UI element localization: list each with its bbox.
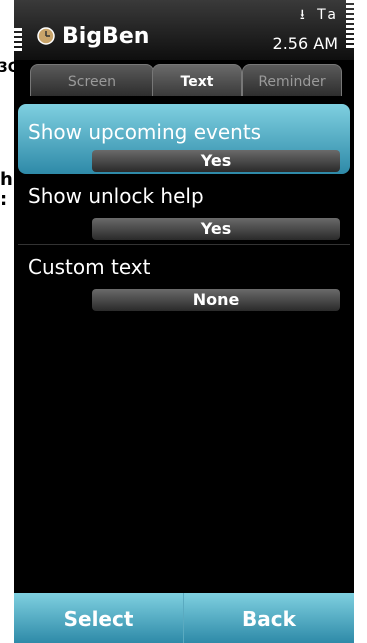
setting-label: Custom text (28, 255, 151, 279)
signal-strength-icon (14, 28, 22, 54)
tab-screen[interactable]: Screen (30, 64, 154, 96)
adjacent-content-glimpse: h : (0, 170, 14, 230)
tab-bar: Screen Text Reminder (14, 60, 354, 98)
setting-label: Show upcoming events (28, 120, 262, 144)
clock: 2.56 AM (272, 34, 338, 53)
back-button[interactable]: Back (184, 593, 354, 643)
setting-value-selector[interactable]: None (92, 289, 340, 311)
setting-show-unlock-help[interactable]: Show unlock help Yes (14, 174, 354, 244)
app-clock-icon (37, 27, 55, 45)
setting-show-upcoming-events[interactable]: Show upcoming events Yes (18, 104, 350, 174)
right-edge-glimpse (354, 60, 367, 100)
phone-screen: BigBen ⭳ Ta 2.56 AM Screen Text Reminder… (14, 0, 354, 643)
title-bar: BigBen ⭳ Ta 2.56 AM (14, 0, 354, 62)
setting-value-selector[interactable]: Yes (92, 150, 340, 172)
settings-list: Show upcoming events Yes Show unlock hel… (14, 98, 354, 315)
network-status-icons: ⭳ Ta (299, 7, 340, 23)
tab-reminder[interactable]: Reminder (242, 64, 342, 96)
setting-label: Show unlock help (28, 184, 204, 208)
app-title: BigBen (62, 24, 150, 49)
tab-text[interactable]: Text (152, 64, 242, 96)
setting-value-selector[interactable]: Yes (92, 218, 340, 240)
setting-custom-text[interactable]: Custom text None (14, 245, 354, 315)
select-button[interactable]: Select (14, 593, 184, 643)
adjacent-tab-glimpse: 3G (0, 60, 19, 100)
adjacent-content-label: h : (0, 169, 13, 210)
battery-level-icon (346, 0, 354, 54)
softkey-bar: Select Back (14, 593, 354, 643)
